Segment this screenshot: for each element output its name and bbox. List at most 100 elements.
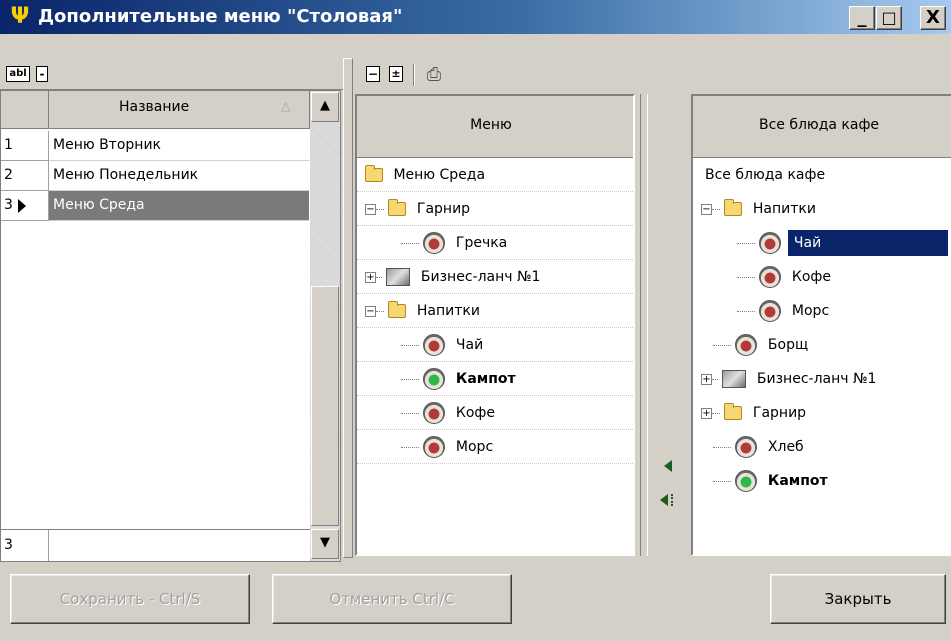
row-number: 2 <box>1 161 49 191</box>
move-all-left-bars <box>671 494 674 506</box>
dish-green-icon <box>735 470 758 492</box>
tree-item-label: Гарнир <box>416 201 471 217</box>
tree-item[interactable]: Кофе <box>357 396 633 430</box>
tree-item-label: Кофе <box>791 269 831 285</box>
splitter[interactable] <box>343 58 353 558</box>
window-title: Дополнительные меню "Столовая" <box>38 6 403 27</box>
tree-item[interactable]: Кампот <box>357 362 633 396</box>
menu-grid: Название △ 1 Меню Вторник 2 Меню Понедел… <box>0 90 341 562</box>
dish-icon <box>759 300 782 322</box>
folder-icon <box>724 403 743 420</box>
tree-item-label: Бизнес-ланч №1 <box>756 371 877 387</box>
folder-icon <box>365 165 383 182</box>
tree-item[interactable]: − Напитки <box>357 294 633 328</box>
table-row[interactable]: Меню Понедельник <box>49 161 309 191</box>
tree-item[interactable]: Кампот <box>693 464 951 498</box>
scroll-up-icon[interactable]: ▲ <box>311 92 339 122</box>
toolbar-separator <box>413 64 414 86</box>
transfer-strip <box>650 94 690 556</box>
print-icon[interactable]: ⎙ <box>422 64 446 86</box>
tree-item-label: Все блюда кафе <box>705 167 826 183</box>
app-icon: Ψ <box>10 4 30 29</box>
tree-item[interactable]: + Бизнес-ланч №1 <box>357 260 633 294</box>
tree-item[interactable]: Кофе <box>693 260 951 294</box>
tree-item-label: Хлеб <box>767 439 804 455</box>
expand-node-icon[interactable]: + <box>701 407 712 419</box>
menu-tree: Меню Среда − Гарнир Гречка + Бизнес-ланч… <box>357 158 633 464</box>
column-header-name[interactable]: Название △ <box>49 91 310 129</box>
sort-icon: △ <box>281 99 291 113</box>
dish-icon <box>423 436 446 458</box>
folder-icon <box>388 301 407 318</box>
save-button[interactable]: Сохранить - Ctrl/S <box>10 574 250 624</box>
tree-item[interactable]: Морс <box>357 430 633 464</box>
dishes-pane-header: Все блюда кафе <box>693 96 951 158</box>
tree-item[interactable]: − Напитки <box>693 192 951 226</box>
table-row-selected[interactable]: Меню Среда <box>49 191 309 221</box>
scroll-thumb[interactable] <box>311 286 339 526</box>
tree-item-label: Борщ <box>767 337 809 353</box>
tree-item[interactable]: Борщ <box>693 328 951 362</box>
tree-item-label: Меню Среда <box>393 167 486 183</box>
dishes-pane-header-label: Все блюда кафе <box>758 117 880 133</box>
grid-footer: 3 <box>1 529 310 561</box>
dish-icon <box>423 402 446 424</box>
folder-icon <box>724 199 743 216</box>
tree-item-label: Кампот <box>767 473 828 489</box>
tree-item[interactable]: Чай <box>357 328 633 362</box>
dish-icon <box>423 334 446 356</box>
dish-icon <box>735 436 758 458</box>
minimize-button[interactable]: _ <box>849 6 875 30</box>
tree-item[interactable]: Меню Среда <box>357 158 633 192</box>
left-toolbar <box>0 60 343 90</box>
tree-item-label: Гарнир <box>752 405 807 421</box>
tree-item-label: Морс <box>455 439 494 455</box>
tree-item[interactable]: + Гарнир <box>693 396 951 430</box>
tree-item-selected[interactable]: Чай <box>693 226 951 260</box>
dish-icon <box>759 232 782 254</box>
splitter-2[interactable] <box>640 94 648 556</box>
tree-item[interactable]: Все блюда кафе <box>693 158 951 192</box>
tree-item-label: Чай <box>787 230 948 256</box>
tree-item[interactable]: − Гарнир <box>357 192 633 226</box>
menu-tree-pane: Меню Меню Среда − Гарнир Гречка + Бизнес… <box>355 94 635 556</box>
expand-icon[interactable]: ± <box>389 66 403 82</box>
remove-icon[interactable]: - <box>36 66 48 82</box>
tree-item[interactable]: Хлеб <box>693 430 951 464</box>
tree-item-label: Кофе <box>455 405 495 421</box>
tree-item[interactable]: + Бизнес-ланч №1 <box>693 362 951 396</box>
grid-corner <box>1 91 49 129</box>
tree-item-label: Чай <box>455 337 484 353</box>
menu-pane-header: Меню <box>357 96 633 158</box>
tree-item-label: Бизнес-ланч №1 <box>420 269 541 285</box>
move-left-icon[interactable] <box>664 460 672 472</box>
scroll-down-icon[interactable]: ▼ <box>311 529 339 559</box>
collapse-node-icon[interactable]: − <box>365 203 376 215</box>
collapse-node-icon[interactable]: − <box>365 305 376 317</box>
collapse-icon[interactable]: − <box>366 66 380 82</box>
expand-node-icon[interactable]: + <box>365 271 376 283</box>
dishes-tree: Все блюда кафе − Напитки Чай Кофе Морс Б… <box>693 158 951 498</box>
combo-meal-icon <box>386 268 411 286</box>
tree-item[interactable]: Морс <box>693 294 951 328</box>
tree-item-label: Напитки <box>416 303 480 319</box>
menu-pane-header-label: Меню <box>470 117 512 133</box>
tree-item-label: Гречка <box>455 235 508 251</box>
cancel-button[interactable]: Отменить Ctrl/C <box>272 574 512 624</box>
close-window-button[interactable]: X <box>920 6 946 30</box>
tree-item-label: Напитки <box>752 201 816 217</box>
expand-node-icon[interactable]: + <box>701 373 712 385</box>
dish-green-icon <box>423 368 446 390</box>
move-all-left-icon[interactable] <box>660 494 668 506</box>
table-row[interactable]: Меню Вторник <box>49 131 309 161</box>
dish-icon <box>759 266 782 288</box>
tree-item-label: Кампот <box>455 371 516 387</box>
tree-item[interactable]: Гречка <box>357 226 633 260</box>
edit-text-icon[interactable]: abl <box>6 66 30 82</box>
dish-icon <box>423 232 446 254</box>
close-button[interactable]: Закрыть <box>770 574 946 624</box>
collapse-node-icon[interactable]: − <box>701 203 712 215</box>
maximize-button[interactable]: □ <box>876 6 902 30</box>
row-number: 1 <box>1 131 49 161</box>
folder-icon <box>388 199 407 216</box>
